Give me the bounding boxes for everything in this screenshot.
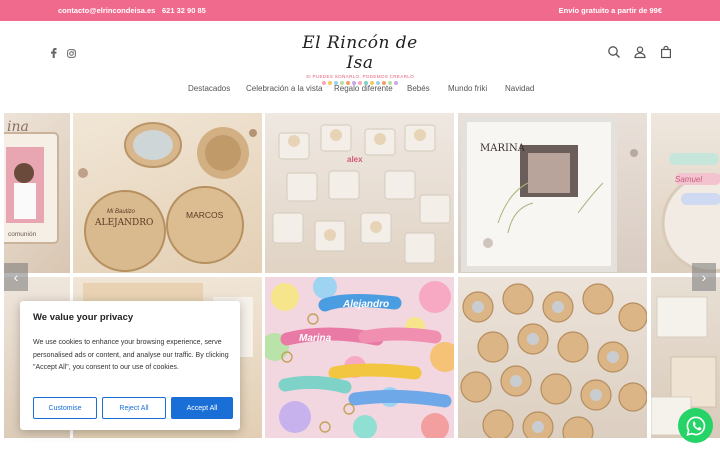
nav-item-mundo-friki[interactable]: Mundo friki: [448, 84, 487, 93]
chevron-left-icon: ‹: [13, 269, 19, 285]
nav-item-regalo-diferente[interactable]: Regalo diferente: [334, 84, 393, 93]
cookie-text: We use cookies to enhance your browsing …: [33, 339, 229, 371]
tile-label-marina: MARINA: [480, 143, 525, 154]
contact-email-link[interactable]: contacto@elrincondeisa.es: [58, 6, 155, 15]
facebook-icon[interactable]: [49, 48, 59, 58]
gallery-tile-marina-frame[interactable]: MARINA: [458, 113, 647, 273]
site-header: El Rincón de Isa SI PUEDES SOÑARLO, PODE…: [0, 21, 720, 85]
whatsapp-icon: [685, 415, 705, 436]
tile-label: comunión: [8, 231, 37, 238]
reject-all-button[interactable]: Reject All: [102, 397, 166, 419]
tile-label-bautizo: Mi Bautizo: [107, 209, 136, 215]
top-bar: contacto@elrincondeisa.es 621 32 90 85 E…: [0, 0, 720, 21]
gallery-tile-candles[interactable]: alex: [265, 113, 454, 273]
carousel-prev-button[interactable]: ‹: [4, 263, 28, 291]
cookie-title: We value your privacy: [33, 312, 134, 323]
account-icon[interactable]: [633, 45, 647, 59]
nav-item-navidad[interactable]: Navidad: [505, 84, 534, 93]
bag-icon[interactable]: [659, 45, 673, 59]
tile-label-alejandro-keychain: Alejandro: [343, 299, 390, 310]
page-footer-gap: [0, 438, 720, 450]
search-icon[interactable]: [607, 45, 621, 59]
chevron-right-icon: ›: [701, 269, 707, 285]
nav-item-celebracion[interactable]: Celebración a la vista: [246, 84, 322, 93]
accept-all-button[interactable]: Accept All: [171, 397, 233, 419]
tile-label-samuel: Samuel: [675, 175, 703, 184]
site-logo[interactable]: El Rincón de Isa SI PUEDES SOÑARLO, PODE…: [295, 33, 425, 85]
tile-label-alejandro: ALEJANDRO: [95, 218, 154, 228]
main-nav: Destacados Celebración a la vista Regalo…: [0, 84, 720, 96]
instagram-icon[interactable]: [66, 48, 76, 58]
carousel-next-button[interactable]: ›: [692, 263, 716, 291]
logo-tagline: SI PUEDES SOÑARLO, PODEMOS CREARLO: [306, 74, 414, 79]
nav-item-destacados[interactable]: Destacados: [188, 84, 230, 93]
gallery-tile-keychains[interactable]: Alejandro Marina: [265, 277, 454, 438]
tile-label-marcos: MARCOS: [186, 210, 224, 220]
logo-title: El Rincón de Isa: [302, 33, 418, 73]
tile-label-alex: alex: [347, 155, 363, 164]
nav-item-bebes[interactable]: Bebés: [407, 84, 430, 93]
svg-text:ina: ina: [7, 119, 29, 135]
shipping-notice: Envío gratuito a partir de 99€: [558, 6, 662, 15]
contact-phone-link[interactable]: 621 32 90 85: [162, 6, 206, 15]
customise-button[interactable]: Customise: [33, 397, 97, 419]
gallery-tile-name-plates[interactable]: Samuel: [651, 113, 720, 273]
gallery-tile-communion-frame[interactable]: ina comunión: [4, 113, 70, 273]
gallery-tile-bottle-openers[interactable]: [458, 277, 647, 438]
tile-label-marina-keychain: Marina: [299, 333, 332, 344]
cookie-consent-dialog: We value your privacy We use cookies to …: [20, 301, 240, 430]
gallery-tile-wood-mirrors[interactable]: ALEJANDRO Mi Bautizo MARCOS: [73, 113, 262, 273]
whatsapp-button[interactable]: [678, 408, 713, 443]
